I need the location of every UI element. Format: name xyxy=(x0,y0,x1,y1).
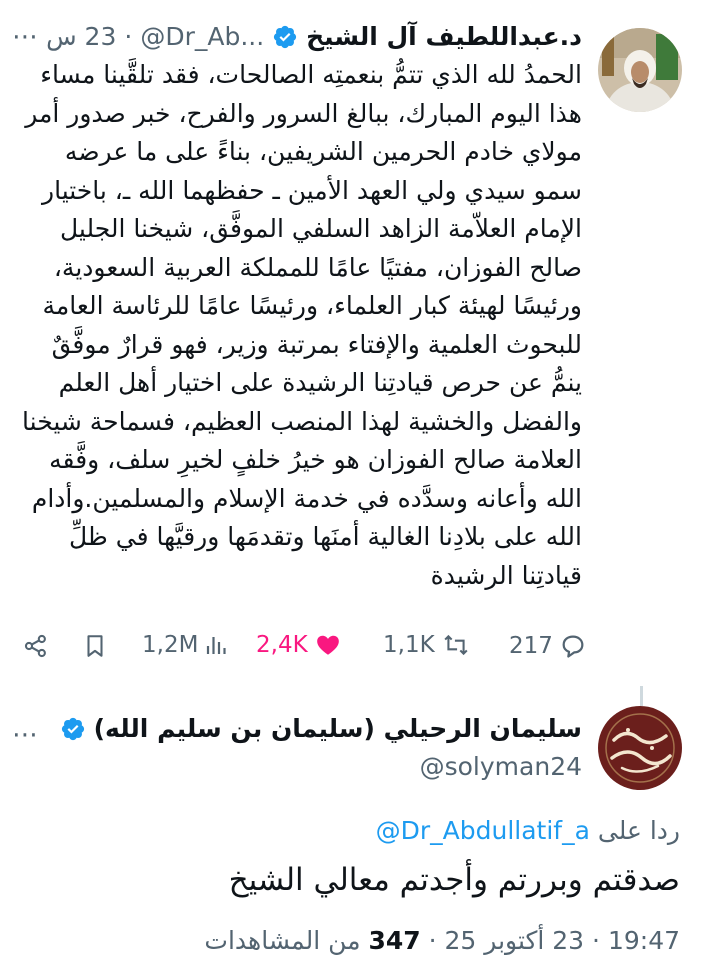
tweet-text-line: صالح الفوزان، مفتيًا عامًا للمملكة العرب… xyxy=(53,252,582,282)
views-chart-icon xyxy=(207,637,227,654)
author-avatar[interactable] xyxy=(598,28,682,112)
tweet-time[interactable]: 23 س xyxy=(46,22,116,51)
retweets-count: 1,1K xyxy=(383,632,435,658)
author-name[interactable]: د.عبداللطيف آل الشيخ xyxy=(306,22,582,51)
heart-filled-icon xyxy=(316,635,339,655)
avatar-portrait-image xyxy=(598,28,682,112)
replies-count: 217 xyxy=(509,633,553,659)
more-options-icon[interactable]: ⋯ xyxy=(12,720,39,750)
tweet-text-line: الإمام العلاّمة الزاهد السلفي الموفَّق، … xyxy=(60,214,582,243)
share-button[interactable] xyxy=(22,632,50,660)
tweet-text-line: ورئيسًا لهيئة كبار العلماء، ورئيسًا عامً… xyxy=(42,291,582,320)
tweet-text-line: العلامة صالح الفوزان هو خيرُ خلفٍ لخيرِ … xyxy=(49,445,582,474)
tweet-text-line: سمو سيدي ولي العهد الأمين ـ حفظهما الله … xyxy=(42,175,582,205)
reply-author-handle[interactable]: @solyman24 xyxy=(420,752,582,781)
retweet-icon xyxy=(444,634,468,656)
separator-dot: · xyxy=(592,926,600,955)
reply-views-label: من المشاهدات xyxy=(204,926,361,955)
verified-badge-icon xyxy=(61,717,84,740)
tweet-text-line: للبحوث العلمية والإفتاء بمرتبة وزير، فهو… xyxy=(51,329,582,359)
reply-bubble-icon xyxy=(562,635,584,658)
likes-count: 2,4K xyxy=(256,632,308,658)
views-stat[interactable]: 1,2M xyxy=(142,632,228,658)
tweet-text-line: الله وأعانه وسدَّده في خدمة الإسلام والم… xyxy=(31,483,582,513)
tweet-text-line: قيادتِنا الرشيدة xyxy=(430,560,582,590)
tweet-text-line: هذا اليوم المبارك، ببالغ السرور والفرح، … xyxy=(25,98,582,128)
separator-dot: · xyxy=(428,926,437,955)
tweet-text-line: والفضل والخشية لهذا المنصب العظيم، فسماح… xyxy=(22,406,582,436)
tweet-text-line: مولاي خادم الحرمين الشريفين، بناءً على م… xyxy=(64,137,582,166)
tweet-text: الحمدُ لله الذي تتمُّ بنعمتِه الصالحات، … xyxy=(10,56,582,595)
bookmark-icon xyxy=(87,635,103,657)
replying-prefix: ردا على xyxy=(597,816,680,845)
tweet-text-line: الله على بلادِنا الغالية أمنَها وتقدمَها… xyxy=(69,522,582,551)
verified-badge-icon xyxy=(274,25,297,48)
author-handle[interactable]: @Dr_Ab... xyxy=(140,22,264,51)
replying-to-mention[interactable]: @Dr_Abdullatif_a xyxy=(376,816,590,845)
share-icon xyxy=(24,634,46,658)
reply-author-header: سليمان الرحيلي (سليمان بن سليم الله) xyxy=(60,714,582,743)
reply-metadata: 19:47 · 23 أكتوبر 25 · 347 من المشاهدات xyxy=(204,926,680,955)
reply-date[interactable]: 23 أكتوبر 25 xyxy=(445,926,585,955)
retweet-button[interactable]: 1,1K xyxy=(383,632,471,658)
tweet-text-line: ينمُّ عن حرص قيادتِنا الرشيدة على اختيار… xyxy=(58,368,582,397)
reply-author-avatar[interactable] xyxy=(598,706,682,790)
reply-time[interactable]: 19:47 xyxy=(608,926,680,955)
like-button[interactable]: 2,4K xyxy=(256,632,342,658)
views-count: 1,2M xyxy=(142,632,199,658)
reply-author-name[interactable]: سليمان الرحيلي (سليمان بن سليم الله) xyxy=(94,714,582,743)
separator-dot: · xyxy=(124,22,133,51)
tweet-text-line: الحمدُ لله الذي تتمُّ بنعمتِه الصالحات، … xyxy=(40,60,582,89)
reply-text: صدقتم وبررتم وأجدتم معالي الشيخ xyxy=(228,862,680,898)
replying-to: ردا على @Dr_Abdullatif_a xyxy=(376,816,680,845)
reply-views-count: 347 xyxy=(368,926,421,955)
bookmark-button[interactable] xyxy=(82,632,108,660)
thread-connector-line xyxy=(640,686,643,706)
more-options-icon[interactable]: ⋯ xyxy=(12,22,39,52)
avatar-calligraphy-logo xyxy=(598,706,682,790)
reply-button[interactable]: 217 xyxy=(509,632,587,660)
tweet-header: د.عبداللطيف آل الشيخ @Dr_Ab... · 23 س xyxy=(46,22,582,51)
